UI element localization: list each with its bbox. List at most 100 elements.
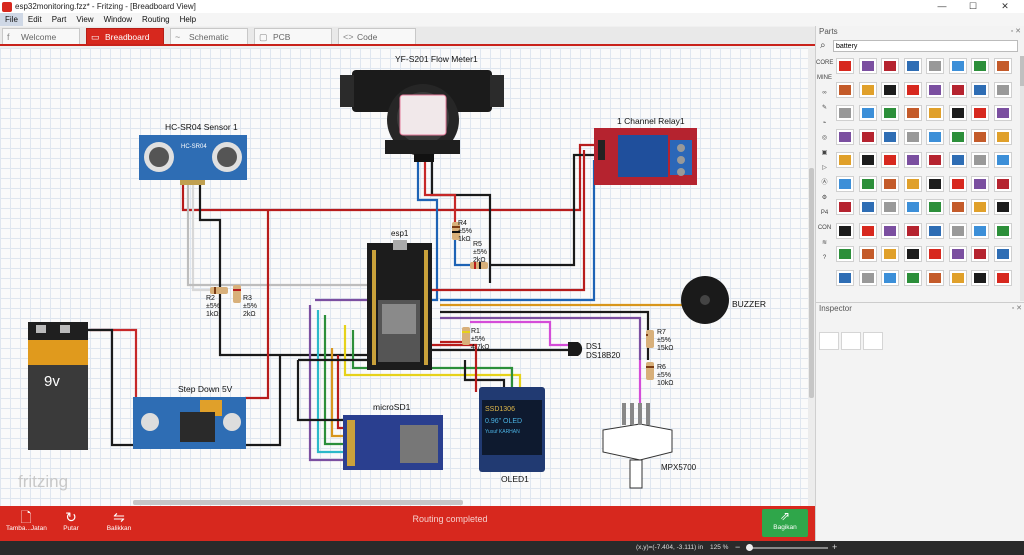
wire-pink-ds[interactable] — [470, 320, 570, 347]
part-thumbnail[interactable] — [903, 199, 922, 215]
canvas-vertical-scrollbar[interactable] — [808, 48, 815, 506]
part-thumbnail[interactable] — [903, 105, 922, 121]
part-thumbnail[interactable] — [948, 199, 967, 215]
part-thumbnail[interactable] — [926, 199, 944, 215]
step-down-module[interactable] — [133, 397, 246, 449]
part-thumbnail[interactable] — [993, 58, 1012, 74]
part-thumbnail[interactable] — [858, 58, 877, 74]
part-thumbnail[interactable] — [881, 105, 899, 121]
part-thumbnail[interactable] — [926, 81, 944, 98]
pressure-sensor-mpx5700[interactable] — [602, 403, 673, 489]
resistor-r3[interactable] — [233, 285, 241, 303]
menu-routing[interactable]: Routing — [137, 13, 175, 26]
part-thumbnail[interactable] — [881, 152, 899, 168]
part-thumbnail[interactable] — [903, 81, 922, 98]
part-thumbnail[interactable] — [971, 81, 989, 98]
bin-wave[interactable]: ≋ — [816, 236, 833, 251]
relay-module[interactable] — [594, 128, 697, 185]
part-thumbnail[interactable] — [926, 269, 944, 286]
bin-core[interactable]: CORE — [816, 56, 833, 71]
bin-power[interactable]: ⌁ — [816, 116, 833, 131]
part-thumbnail[interactable] — [881, 269, 899, 286]
part-thumbnail[interactable] — [948, 58, 967, 74]
part-thumbnail[interactable] — [836, 105, 854, 121]
part-thumbnail[interactable] — [903, 246, 922, 262]
part-thumbnail[interactable] — [881, 175, 899, 192]
menu-window[interactable]: Window — [99, 13, 137, 26]
share-button[interactable]: ⇗ Bagikan — [762, 509, 808, 537]
part-thumbnail[interactable] — [836, 199, 854, 215]
tab-pcb[interactable]: ▢ PCB — [254, 28, 332, 44]
part-thumbnail[interactable] — [993, 175, 1012, 192]
menu-edit[interactable]: Edit — [23, 13, 47, 26]
bin-p4[interactable]: P4 — [816, 206, 833, 221]
part-thumbnail[interactable] — [948, 105, 967, 121]
part-thumbnail[interactable] — [993, 105, 1012, 121]
part-thumbnail[interactable] — [926, 128, 944, 145]
search-icon[interactable]: ⌕ — [820, 40, 826, 51]
part-thumbnail[interactable] — [971, 199, 989, 215]
part-thumbnail[interactable] — [836, 222, 854, 239]
part-thumbnail[interactable] — [926, 105, 944, 121]
zoom-slider[interactable] — [748, 547, 828, 549]
part-thumbnail[interactable] — [971, 269, 989, 286]
microsd-module[interactable] — [343, 415, 443, 470]
resistor-r6[interactable] — [646, 362, 654, 380]
close-button[interactable]: ✕ — [992, 0, 1018, 13]
part-thumbnail[interactable] — [926, 152, 944, 168]
part-thumbnail[interactable] — [881, 246, 899, 262]
part-thumbnail[interactable] — [858, 128, 877, 145]
part-thumbnail[interactable] — [926, 246, 944, 262]
wire-green-sd[interactable] — [323, 315, 346, 446]
add-note-button[interactable]: 🗋 Tamba...Jatan — [6, 509, 47, 532]
wire-red-flow[interactable] — [423, 162, 457, 222]
maximize-button[interactable]: ☐ — [960, 0, 986, 13]
resistor-r2[interactable] — [210, 287, 228, 294]
breadboard-canvas[interactable]: YF-S201 Flow Meter1 HC-SR04 HC-SR04 Sens… — [0, 48, 808, 506]
part-thumbnail[interactable] — [926, 222, 944, 239]
bin-sensors[interactable]: ◎ — [816, 131, 833, 146]
part-thumbnail[interactable] — [881, 128, 899, 145]
menu-part[interactable]: Part — [47, 13, 72, 26]
panel-float-close-icon[interactable]: ▫ ✕ — [1011, 26, 1021, 38]
part-thumbnail[interactable] — [858, 246, 877, 262]
bin-arduino[interactable]: ∞ — [816, 86, 833, 101]
resistor-r7[interactable] — [646, 330, 654, 348]
tab-breadboard[interactable]: ▭ Breadboard — [86, 28, 164, 44]
part-thumbnail[interactable] — [903, 175, 922, 192]
parts-scroll-thumb[interactable] — [1020, 56, 1024, 86]
part-thumbnail[interactable] — [971, 222, 989, 239]
part-thumbnail[interactable] — [858, 152, 877, 168]
menu-help[interactable]: Help — [175, 13, 201, 26]
vscroll-thumb[interactable] — [809, 168, 814, 398]
part-thumbnail[interactable] — [971, 105, 989, 121]
zoom-out-icon[interactable]: − — [735, 542, 740, 552]
part-thumbnail[interactable] — [881, 222, 899, 239]
part-thumbnail[interactable] — [948, 269, 967, 286]
flow-meter-yf-s201[interactable] — [340, 70, 504, 162]
tab-code[interactable]: <> Code — [338, 28, 416, 44]
part-thumbnail[interactable] — [903, 152, 922, 168]
part-thumbnail[interactable] — [903, 269, 922, 286]
tab-welcome[interactable]: f Welcome — [2, 28, 80, 44]
part-thumbnail[interactable] — [836, 246, 854, 262]
menu-file[interactable]: File — [0, 13, 23, 26]
part-thumbnail[interactable] — [858, 105, 877, 121]
temp-sensor-ds18b20[interactable] — [568, 342, 583, 356]
bin-mine[interactable]: MINE — [816, 71, 833, 86]
wire-red-relay[interactable] — [430, 150, 586, 292]
part-thumbnail[interactable] — [903, 58, 922, 74]
bin-output[interactable]: ▷ — [816, 161, 833, 176]
part-thumbnail[interactable] — [858, 81, 877, 98]
part-thumbnail[interactable] — [881, 81, 899, 98]
part-thumbnail[interactable] — [881, 199, 899, 215]
part-thumbnail[interactable] — [993, 269, 1012, 286]
resistor-r1[interactable] — [462, 327, 470, 345]
part-thumbnail[interactable] — [836, 269, 854, 286]
bin-boards[interactable]: ▣ — [816, 146, 833, 161]
bin-misc[interactable]: ⚙ — [816, 191, 833, 206]
part-thumbnail[interactable] — [993, 128, 1012, 145]
part-thumbnail[interactable] — [993, 246, 1012, 262]
part-thumbnail[interactable] — [858, 199, 877, 215]
part-thumbnail[interactable] — [858, 175, 877, 192]
